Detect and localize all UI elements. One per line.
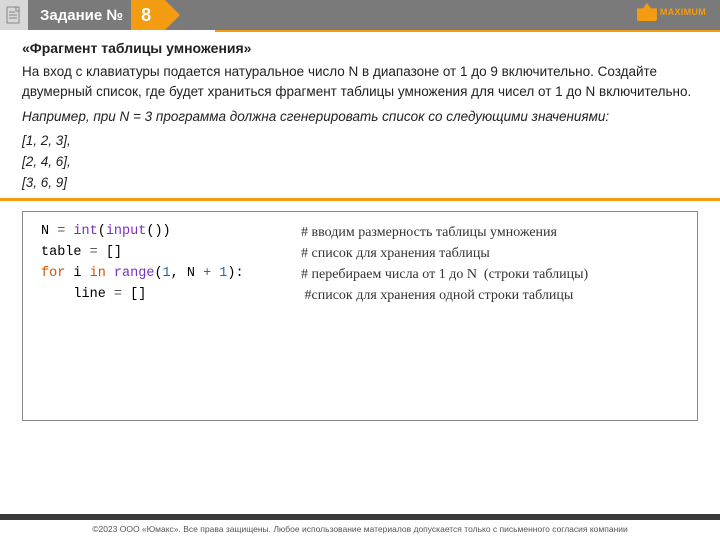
logo-text: MAXIMUM	[660, 7, 706, 17]
example-row-1: [1, 2, 3],	[22, 133, 698, 148]
footer: ©2023 ООО «Юмакс». Все права защищены. Л…	[0, 514, 720, 540]
code-box: N = int(input()) # вводим размерность та…	[22, 211, 698, 421]
example-intro: Например, при N = 3 программа должна сге…	[22, 107, 698, 127]
example-row-3: [3, 6, 9]	[22, 175, 698, 190]
code-comment-1: # вводим размерность таблицы умножения	[301, 222, 557, 243]
task-number: 8	[141, 5, 151, 26]
document-icon	[0, 0, 28, 30]
section-divider	[0, 198, 720, 201]
code-line-4: line = [] #список для хранения одной стр…	[41, 285, 679, 306]
code-line-2: table = [] # список для хранения таблицы	[41, 243, 679, 264]
brand-logo: MAXIMUM	[637, 3, 706, 21]
header-bar: Задание № 8 MAXIMUM	[0, 0, 720, 30]
problem-title: «Фрагмент таблицы умножения»	[22, 40, 698, 56]
task-number-badge: 8	[131, 0, 165, 30]
task-label: Задание №	[28, 7, 123, 24]
code-line-3: for i in range(1, N + 1): # перебираем ч…	[41, 264, 679, 285]
code-comment-3: # перебираем числа от 1 до N (строки таб…	[301, 264, 588, 285]
content-area: «Фрагмент таблицы умножения» На вход с к…	[0, 30, 720, 421]
example-row-2: [2, 4, 6],	[22, 154, 698, 169]
footer-copyright: ©2023 ООО «Юмакс». Все права защищены. Л…	[0, 520, 720, 540]
logo-mark-icon	[637, 3, 657, 21]
code-line-1: N = int(input()) # вводим размерность та…	[41, 222, 679, 243]
code-comment-4: #список для хранения одной строки таблиц…	[301, 285, 573, 306]
header-accent-strip	[215, 30, 720, 32]
code-comment-2: # список для хранения таблицы	[301, 243, 490, 264]
problem-statement: На вход с клавиатуры подается натурально…	[22, 62, 698, 101]
